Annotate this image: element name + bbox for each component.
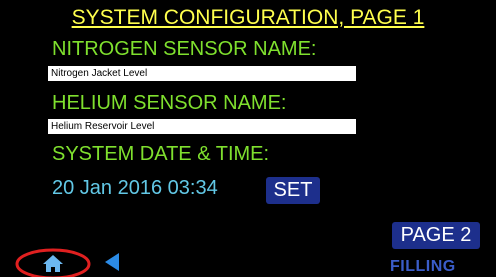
nitrogen-sensor-name-field[interactable]: Nitrogen Jacket Level <box>48 66 356 81</box>
helium-sensor-name-field[interactable]: Helium Reservoir Level <box>48 119 356 134</box>
set-datetime-button[interactable]: SET <box>266 177 320 204</box>
config-screen: SYSTEM CONFIGURATION, PAGE 1 NITROGEN SE… <box>0 0 496 277</box>
nitrogen-sensor-label: NITROGEN SENSOR NAME: <box>52 38 317 60</box>
system-datetime-label: SYSTEM DATE & TIME: <box>52 143 270 165</box>
back-arrow-icon <box>105 253 119 271</box>
helium-sensor-label: HELIUM SENSOR NAME: <box>52 92 287 114</box>
page-2-button[interactable]: PAGE 2 <box>392 222 480 249</box>
status-text: FILLING <box>390 258 456 275</box>
home-button[interactable] <box>15 246 93 277</box>
back-button[interactable] <box>103 252 121 272</box>
home-icon <box>15 248 91 277</box>
home-shape <box>43 255 63 272</box>
page-title: SYSTEM CONFIGURATION, PAGE 1 <box>71 6 425 29</box>
system-datetime-value: 20 Jan 2016 03:34 <box>52 177 218 199</box>
